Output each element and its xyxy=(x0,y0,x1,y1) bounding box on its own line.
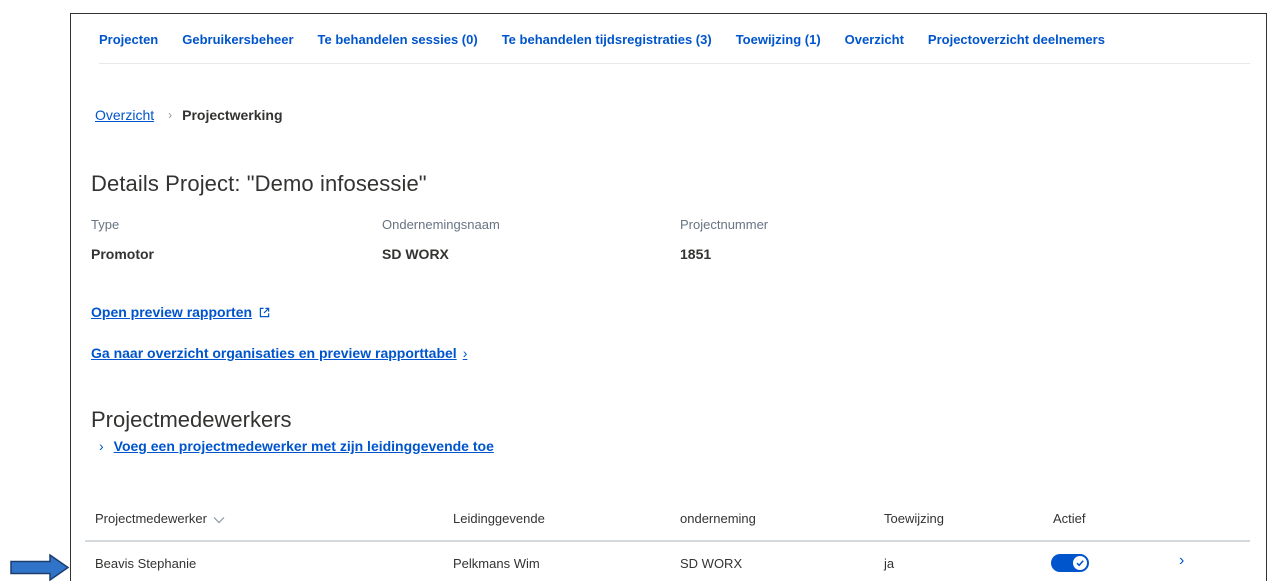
cell-leidinggevende: Pelkmans Wim xyxy=(453,556,540,571)
ondernemingsnaam-label: Ondernemingsnaam xyxy=(382,217,500,232)
chevron-right-icon: › xyxy=(462,345,468,361)
cell-toewijzing: ja xyxy=(884,556,895,571)
add-projectmedewerker-label: Voeg een projectmedewerker met zijn leid… xyxy=(113,438,494,454)
column-header-projectmedewerker-label: Projectmedewerker xyxy=(95,511,207,526)
external-link-icon xyxy=(259,307,270,317)
table-header-divider xyxy=(85,540,1250,542)
breadcrumb-current: Projectwerking xyxy=(182,107,283,123)
section-title-projectmedewerkers: Projectmedewerkers xyxy=(91,407,292,432)
toggle-knob xyxy=(1073,556,1087,570)
overzicht-organisaties-link[interactable]: Ga naar overzicht organisaties en previe… xyxy=(91,345,467,361)
check-icon xyxy=(1076,560,1084,567)
row-detail-chevron-icon[interactable]: › xyxy=(1179,552,1184,570)
nav-overzicht[interactable]: Overzicht xyxy=(845,32,904,48)
cell-projectmedewerker: Beavis Stephanie xyxy=(95,556,197,571)
add-projectmedewerker-link[interactable]: › Voeg een projectmedewerker met zijn le… xyxy=(99,438,494,454)
nav-projectoverzicht-deelnemers[interactable]: Projectoverzicht deelnemers xyxy=(928,32,1105,48)
chevron-right-icon: › xyxy=(99,438,104,454)
projectnummer-value: 1851 xyxy=(680,246,712,262)
app-frame: Projecten Gebruikersbeheer Te behandelen… xyxy=(70,13,1267,581)
projectnummer-label: Projectnummer xyxy=(680,217,769,232)
open-preview-rapporten-label: Open preview rapporten xyxy=(91,304,253,320)
type-label: Type xyxy=(91,217,120,232)
page-title: Details Project: "Demo infosessie" xyxy=(91,171,427,196)
nav-te-behandelen-tijdsregistraties[interactable]: Te behandelen tijdsregistraties (3) xyxy=(502,32,712,48)
breadcrumb-overzicht-link[interactable]: Overzicht xyxy=(95,106,154,124)
overzicht-organisaties-label: Ga naar overzicht organisaties en previe… xyxy=(91,345,457,361)
breadcrumb: Overzicht › Projectwerking xyxy=(95,106,283,124)
chevron-down-icon xyxy=(213,516,225,523)
nav-projecten[interactable]: Projecten xyxy=(99,32,158,48)
column-header-leidinggevende: Leidinggevende xyxy=(453,511,545,526)
type-value: Promotor xyxy=(91,246,154,262)
column-header-projectmedewerker[interactable]: Projectmedewerker xyxy=(95,511,225,526)
nav-gebruikersbeheer[interactable]: Gebruikersbeheer xyxy=(182,32,293,48)
breadcrumb-separator-icon: › xyxy=(168,108,173,122)
arrow-right-icon xyxy=(10,554,70,581)
top-navigation: Projecten Gebruikersbeheer Te behandelen… xyxy=(99,32,1250,64)
column-header-toewijzing: Toewijzing xyxy=(884,511,944,526)
cell-onderneming: SD WORX xyxy=(680,556,743,571)
nav-toewijzing[interactable]: Toewijzing (1) xyxy=(736,32,821,48)
ondernemingsnaam-value: SD WORX xyxy=(382,246,449,262)
column-header-onderneming: onderneming xyxy=(680,511,756,526)
actief-toggle[interactable] xyxy=(1051,554,1089,572)
nav-te-behandelen-sessies[interactable]: Te behandelen sessies (0) xyxy=(318,32,478,48)
column-header-actief: Actief xyxy=(1053,511,1086,526)
open-preview-rapporten-link[interactable]: Open preview rapporten xyxy=(91,304,270,320)
